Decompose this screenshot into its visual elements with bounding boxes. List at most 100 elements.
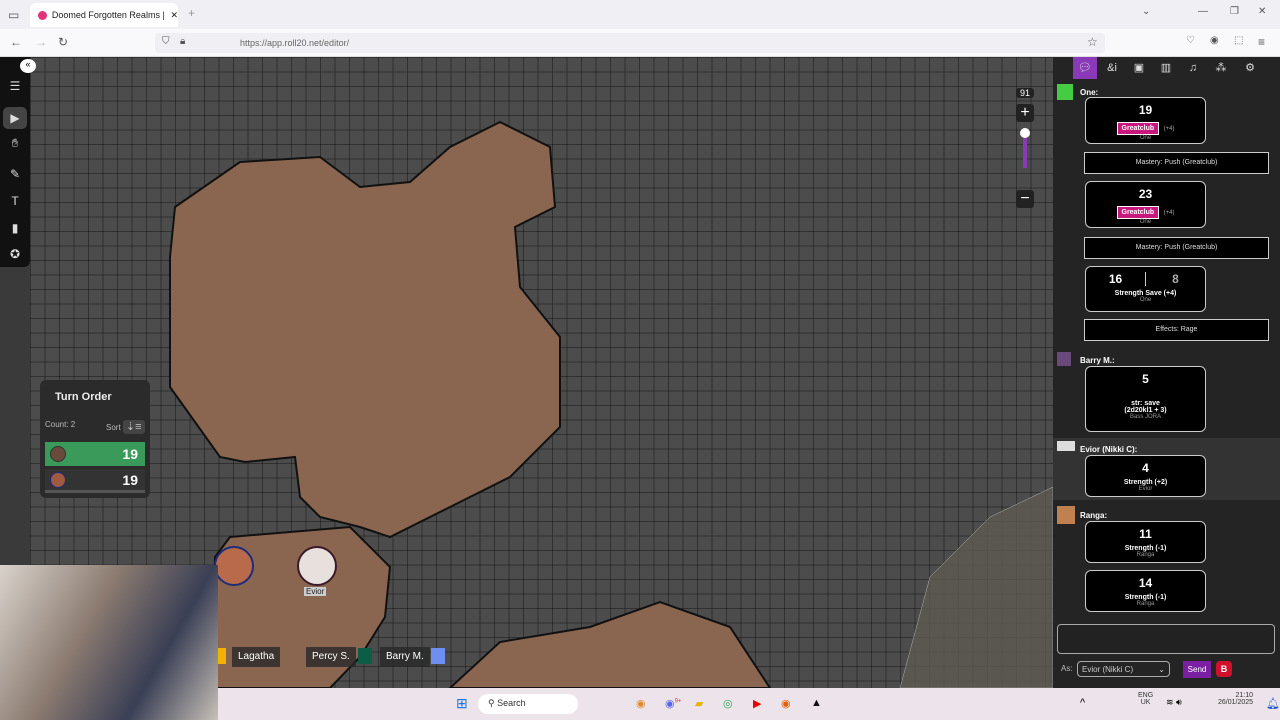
new-tab-icon[interactable]: +: [188, 6, 195, 20]
lagatha-color-swatch: [218, 648, 226, 664]
pocket-icon[interactable]: ♡: [1186, 35, 1195, 46]
effects-card: Effects: Rage: [1084, 319, 1269, 341]
roll-formula: (2d20kl1 + 3): [1124, 407, 1167, 414]
draw-brush-icon[interactable]: ✎: [0, 167, 30, 181]
windows-start-icon[interactable]: ⊞: [456, 695, 468, 712]
beyond20-icon[interactable]: B: [1216, 661, 1232, 677]
select-tool-icon[interactable]: ▶: [3, 107, 27, 129]
wifi-volume-icon[interactable]: ≋ 🔊︎: [1166, 697, 1182, 708]
maximize-icon[interactable]: ❐: [1230, 6, 1239, 17]
chat-tab-icon[interactable]: 💬︎: [1073, 57, 1097, 79]
roll-label: Strength (+2): [1123, 479, 1168, 486]
send-button[interactable]: Send: [1183, 661, 1211, 678]
browser-tab[interactable]: Doomed Forgotten Realms | Roll20 ✕: [30, 3, 178, 27]
zoom-in-button[interactable]: +: [1016, 104, 1034, 122]
sidebar-tabs: 💬︎ &i ▣ ▥ ♫ ⁂ ⚙: [1053, 57, 1280, 79]
menu-icon[interactable]: ≡: [1258, 35, 1265, 49]
message-sender: One:: [1080, 88, 1099, 97]
chevron-down-icon[interactable]: ⌄: [1142, 6, 1150, 17]
account-icon[interactable]: ◉: [1210, 35, 1219, 46]
speaking-as-select[interactable]: Evior (Nikki C) ⌄: [1077, 661, 1170, 677]
roll-result-secondary: 8: [1172, 272, 1179, 286]
webcam-overlay: [0, 565, 218, 720]
tray-chevron-icon[interactable]: ^: [1080, 697, 1085, 709]
speaking-as-value: Evior (Nikki C): [1082, 665, 1134, 674]
search-icon: ⚲: [488, 698, 495, 708]
message-sender: Barry M.:: [1080, 356, 1115, 365]
mastery-card: Mastery: Push (Greatclub): [1084, 152, 1269, 174]
youtube-icon[interactable]: ▶: [753, 697, 761, 710]
roll-character: One: [1139, 135, 1152, 141]
time-text: 21:10: [1235, 692, 1254, 699]
art-library-tab-icon[interactable]: ▣: [1127, 57, 1151, 79]
firefox-icon[interactable]: ◉: [781, 697, 791, 710]
turn-entry[interactable]: 19: [45, 442, 145, 466]
chrome-icon[interactable]: ◎: [723, 697, 733, 710]
roll-result: 14: [1138, 576, 1153, 590]
evior-token-label: Evior: [304, 587, 327, 596]
sort-label: Sort: [106, 423, 121, 432]
chat-input[interactable]: [1057, 624, 1275, 654]
turn-order-count: Count: 2: [45, 420, 76, 429]
evior-token[interactable]: [297, 546, 337, 586]
ruler-icon[interactable]: ▮: [0, 221, 30, 235]
roll-character: One: [1139, 219, 1152, 225]
back-icon[interactable]: ←: [10, 35, 22, 49]
collections-tab-icon[interactable]: ⁂: [1209, 57, 1233, 79]
dice-icon[interactable]: ✪: [0, 247, 30, 261]
lock-icon[interactable]: 🔒︎: [180, 36, 185, 47]
extensions-icon[interactable]: ⬚: [1234, 35, 1243, 46]
file-explorer-icon[interactable]: ▰: [695, 697, 703, 710]
bookmark-star-icon[interactable]: ☆: [1087, 35, 1098, 49]
windows-taskbar: ⊞ ⚲ Search ◉ ◉9+ ▰ ◎ ▶ ◉ ▲ ^ ENG UK ≋ 🔊︎ …: [218, 688, 1280, 720]
lang-text: ENG: [1138, 692, 1154, 699]
close-tab-icon[interactable]: ✕: [170, 10, 178, 21]
zoom-slider[interactable]: [1016, 128, 1034, 228]
player-name: Barry M.: [380, 647, 430, 667]
layers-menu-icon[interactable]: ☰: [0, 79, 30, 93]
shield-icon[interactable]: ⛉: [162, 36, 170, 47]
avatar: [50, 471, 66, 488]
minimize-icon[interactable]: —: [1198, 6, 1208, 17]
copilot-icon[interactable]: ◉: [636, 697, 646, 710]
sort-button[interactable]: Sort ⇣≡: [106, 420, 145, 434]
roll-card: 5 str: save (2d20kl1 + 3) Bass JORA: [1085, 366, 1206, 432]
reload-icon[interactable]: ↻: [58, 35, 68, 49]
percy-color-swatch: [358, 648, 372, 664]
discord-icon[interactable]: ◉9+: [665, 697, 681, 710]
date-text: 26/01/2025: [1218, 699, 1254, 706]
forward-icon[interactable]: →: [35, 35, 47, 49]
avatar: [1057, 84, 1073, 100]
discord-badge: 9+: [674, 698, 682, 705]
sort-icon: ⇣≡: [122, 420, 145, 434]
message-sender: Ranga:: [1080, 511, 1108, 520]
barry-color-swatch: [431, 648, 445, 664]
text-tool-icon[interactable]: T: [0, 194, 30, 208]
avatar: [1057, 441, 1075, 451]
obs-app-icon[interactable]: ▲: [811, 697, 822, 709]
url-field[interactable]: https://app.roll20.net/editor/: [155, 33, 1105, 53]
language-indicator[interactable]: ENG UK: [1138, 692, 1153, 706]
compendium-tab-icon[interactable]: &i: [1100, 57, 1124, 79]
pan-hand-icon[interactable]: ✋︎: [0, 136, 30, 151]
tab-title: Doomed Forgotten Realms | Roll20: [51, 10, 166, 20]
clock[interactable]: 21:10 26/01/2025: [1218, 692, 1253, 706]
roll-result: 11: [1139, 527, 1152, 541]
tab-list-icon[interactable]: ▭: [8, 8, 19, 22]
jukebox-tab-icon[interactable]: ♫: [1181, 57, 1205, 79]
journal-tab-icon[interactable]: ▥: [1154, 57, 1178, 79]
roll-label: str: save: [1131, 400, 1160, 407]
zoom-control: 91 + −: [1016, 88, 1034, 208]
notification-bell-icon[interactable]: 🔔︎: [1266, 697, 1280, 710]
settings-gear-icon[interactable]: ⚙: [1238, 57, 1262, 79]
weapon-button[interactable]: Greatclub: [1116, 122, 1160, 135]
url-text: https://app.roll20.net/editor/: [240, 38, 350, 48]
close-window-icon[interactable]: ✕: [1258, 6, 1266, 17]
turn-entry[interactable]: 19: [45, 469, 145, 493]
lagatha-token[interactable]: [214, 546, 254, 586]
collapse-toolbar-icon[interactable]: «: [20, 59, 36, 73]
chevron-down-icon: ⌄: [1158, 665, 1165, 674]
weapon-button[interactable]: Greatclub: [1116, 206, 1160, 219]
avatar: [50, 446, 66, 462]
taskbar-search[interactable]: ⚲ Search: [478, 694, 578, 714]
